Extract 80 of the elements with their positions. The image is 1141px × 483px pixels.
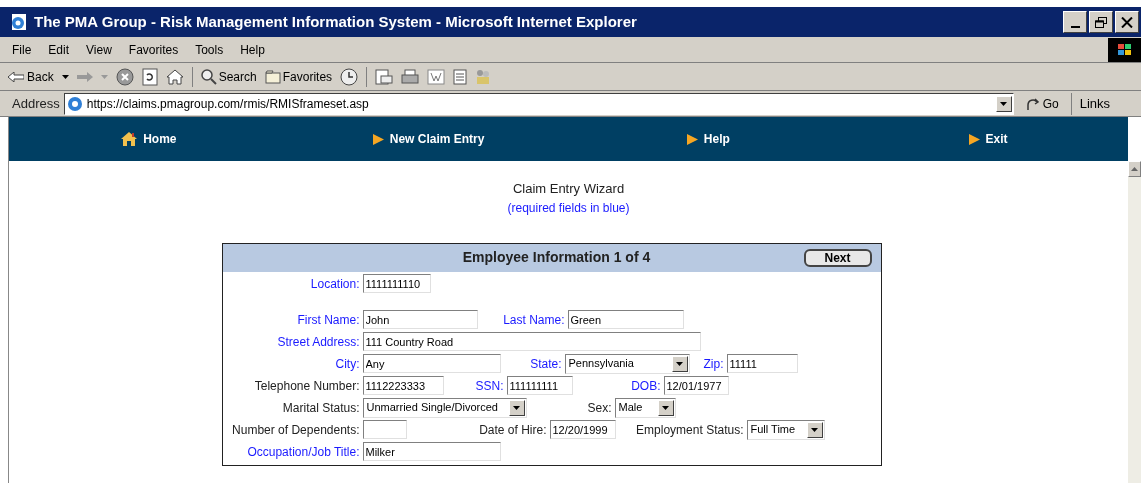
menu-item[interactable]: View <box>86 40 112 59</box>
search-button[interactable]: Search <box>200 67 257 86</box>
page-icon[interactable] <box>453 68 468 85</box>
history-clock-icon[interactable] <box>340 67 359 86</box>
field-label: Last Name: <box>503 311 565 329</box>
links-button[interactable]: Links <box>1071 93 1111 114</box>
menu-item[interactable]: Tools <box>195 40 224 59</box>
close-icon <box>1121 16 1133 28</box>
arrow-icon <box>686 133 698 145</box>
field-label: Street Address: <box>277 333 360 351</box>
caret-icon[interactable] <box>61 74 69 79</box>
select-field[interactable]: Unmarried Single/Divorced <box>362 397 527 418</box>
field-label: Number of Dependents: <box>232 421 360 439</box>
address-field[interactable]: https://claims.pmagroup.com/rmis/RMISframeset.asp <box>63 92 1014 115</box>
input-field[interactable]: 1111111110 <box>362 274 431 293</box>
curved-arrow-icon <box>1025 96 1040 111</box>
form-title: Employee Information 1 of 4 <box>462 248 651 267</box>
restore-button[interactable] <box>1089 11 1113 33</box>
input-field[interactable]: 1112223333 <box>362 376 444 395</box>
nav-link[interactable]: New Claim Entry <box>288 130 569 148</box>
input-field[interactable]: Any <box>362 354 501 373</box>
folder-icon <box>264 69 281 84</box>
input-field[interactable]: 11111 <box>726 354 798 373</box>
select-field[interactable]: Pennsylvania <box>564 353 690 374</box>
field-label: City: <box>335 355 360 373</box>
input-field[interactable]: 12/01/1977 <box>663 376 729 395</box>
address-label: Address <box>12 94 60 113</box>
house-icon <box>121 132 138 146</box>
menu-item[interactable]: Edit <box>48 40 70 59</box>
field-label: DOB: <box>631 377 661 395</box>
minimize-button[interactable] <box>1063 11 1087 33</box>
close-button[interactable] <box>1115 11 1139 33</box>
input-field[interactable]: 111 Country Road <box>362 332 701 351</box>
home-icon[interactable] <box>165 68 184 85</box>
nav-link[interactable]: Exit <box>848 130 1128 148</box>
field-label: Occupation/Job Title: <box>247 443 360 461</box>
restore-icon <box>1095 16 1107 28</box>
field-label: Zip: <box>703 355 724 373</box>
menu-item[interactable]: File <box>12 40 32 59</box>
refresh-icon[interactable] <box>141 67 158 86</box>
input-field[interactable]: Green <box>567 310 684 329</box>
search-icon <box>200 68 217 85</box>
field-label: State: <box>530 355 562 373</box>
window-title: The PMA Group - Risk Management Information System - Microsoft Internet Explorer <box>34 11 638 32</box>
field-label: Location: <box>310 275 360 293</box>
nav-link[interactable]: Home <box>9 130 289 148</box>
select-field[interactable]: Full Time <box>746 419 825 440</box>
field-label: First Name: <box>297 311 360 329</box>
stop-icon[interactable] <box>115 67 134 86</box>
wizard-title: Claim Entry Wizard <box>512 180 625 198</box>
field-label: Marital Status: <box>282 399 360 417</box>
back-button[interactable]: Back <box>8 67 54 86</box>
edit-document-icon[interactable] <box>427 68 446 85</box>
field-label: SSN: <box>475 377 504 395</box>
next-button[interactable]: Next <box>803 248 872 267</box>
printer-icon[interactable] <box>401 68 420 85</box>
required-note: (required fields in blue) <box>507 199 630 217</box>
input-field[interactable] <box>362 420 407 439</box>
field-label: Sex: <box>587 399 612 417</box>
go-button[interactable]: Go <box>1019 94 1065 113</box>
input-field[interactable]: 111111111 <box>506 376 573 395</box>
scroll-up-icon <box>1131 167 1138 171</box>
nav-link[interactable]: Help <box>568 130 849 148</box>
menu-item[interactable]: Help <box>240 40 265 59</box>
mail-icon[interactable] <box>375 68 394 85</box>
back-arrow-icon <box>8 71 24 82</box>
select-field[interactable]: Male <box>614 397 676 418</box>
menu-item[interactable]: Favorites <box>128 40 179 59</box>
browser-e-icon <box>10 13 28 31</box>
globe-page-icon <box>66 95 83 112</box>
windows-logo-icon <box>1108 37 1141 62</box>
input-field[interactable]: 12/20/1999 <box>549 420 616 439</box>
favorites-button[interactable]: Favorites <box>264 67 333 86</box>
field-label: Telephone Number: <box>254 377 360 395</box>
field-label: Employment Status: <box>636 421 744 439</box>
input-field[interactable]: John <box>362 310 478 329</box>
field-label: Date of Hire: <box>479 421 547 439</box>
arrow-icon <box>372 133 384 145</box>
input-field[interactable]: Milker <box>362 442 501 461</box>
arrow-icon <box>968 133 980 145</box>
